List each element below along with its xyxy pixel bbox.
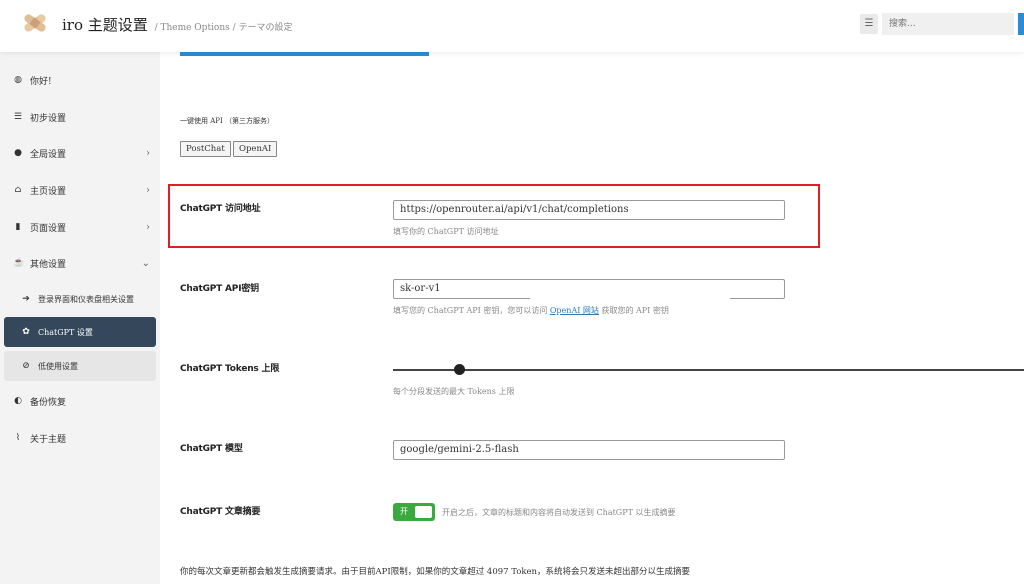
postchat-button[interactable]: PostChat	[180, 141, 231, 157]
model-input[interactable]: google/gemini-2.5-flash	[393, 440, 785, 460]
sidebar-item-label: 其他设置	[30, 259, 67, 270]
sidebar-item-label: ChatGPT 设置	[38, 327, 93, 337]
tokens-help: 每个分段发送的最大 Tokens 上限	[393, 387, 515, 396]
api-key-label: ChatGPT API密钥	[180, 284, 259, 294]
summary-toggle[interactable]: 开	[393, 503, 435, 521]
sidebar: ◍ 你好! ☰ 初步设置 ● 全局设置 › ⌂ 主页设置 › ▮ 页面设置 › …	[0, 52, 160, 584]
url-input[interactable]: https://openrouter.ai/api/v1/chat/comple…	[393, 200, 785, 220]
sidebar-item-label: 登录界面和仪表盘相关设置	[38, 294, 134, 304]
redaction-mask	[530, 298, 730, 301]
help-text: 获取您的 API 密钥	[601, 306, 669, 315]
chevron-right-icon: ›	[146, 221, 150, 233]
sidebar-item-label: 主页设置	[30, 186, 67, 197]
main-content: 一键使用 API （第三方服务） PostChat OpenAI ChatGPT…	[160, 52, 1024, 584]
file-icon: ▮	[15, 222, 21, 232]
sidebar-item-label: 你好!	[30, 76, 52, 87]
sidebar-item-label: 初步设置	[30, 113, 67, 124]
sidebar-item-home-settings[interactable]: ⌂ 主页设置 ›	[0, 172, 160, 208]
sidebar-item-other-settings[interactable]: ☕ 其他设置 ⌄	[0, 245, 160, 281]
openai-website-link[interactable]: OpenAI 网站	[550, 306, 599, 315]
sidebar-item-label: 备份恢复	[30, 397, 67, 408]
globe-icon: ◍	[14, 75, 22, 85]
sidebar-subitem-low-usage[interactable]: ⊘ 低使用设置	[4, 351, 156, 381]
sliders-icon: ☰	[13, 112, 23, 122]
progress-accent-bar	[180, 52, 429, 56]
sidebar-item-page-settings[interactable]: ▮ 页面设置 ›	[0, 209, 160, 245]
summary-help: 开启之后，文章的标题和内容将自动发送到 ChatGPT 以生成摘要	[442, 508, 676, 517]
shield-icon: ◐	[14, 396, 22, 406]
globe-icon: ●	[14, 148, 22, 158]
model-label: ChatGPT 模型	[180, 444, 243, 454]
redaction-mask	[480, 276, 660, 279]
title-subtitle: / Theme Options / テーマの設定	[154, 23, 293, 33]
openai-icon: ✿	[22, 327, 30, 337]
title-text: iro 主题设置	[62, 16, 148, 34]
sidebar-item-label: 关于主题	[30, 434, 67, 445]
api-key-input[interactable]: sk-or-v1	[393, 279, 785, 299]
tokens-label: ChatGPT Tokens 上限	[180, 364, 280, 374]
search-input[interactable]	[882, 13, 1014, 35]
toggle-knob	[415, 506, 432, 518]
chevron-right-icon: ›	[146, 147, 150, 159]
page-title: iro 主题设置 / Theme Options / テーマの設定	[62, 14, 293, 35]
sidebar-item-global-settings[interactable]: ● 全局设置 ›	[0, 135, 160, 171]
sidebar-item-about-theme[interactable]: ⌇ 关于主题	[0, 420, 160, 456]
sign-in-icon: ➔	[22, 294, 30, 304]
bandage-logo-icon	[24, 14, 46, 32]
sidebar-item-label: 全局设置	[30, 149, 67, 160]
summary-label: ChatGPT 文章摘要	[180, 507, 261, 517]
home-icon: ⌂	[14, 185, 22, 195]
coffee-icon: ☕	[13, 258, 25, 268]
openai-button[interactable]: OpenAI	[233, 141, 278, 157]
chevron-down-icon: ⌄	[141, 257, 150, 269]
section-title: 一键使用 API （第三方服务）	[180, 117, 274, 125]
tokens-slider-handle[interactable]	[454, 364, 465, 375]
sidebar-subitem-chatgpt[interactable]: ✿ ChatGPT 设置	[4, 317, 156, 347]
chevron-right-icon: ›	[146, 184, 150, 196]
search-button[interactable]	[1018, 13, 1024, 35]
tokens-slider-track[interactable]	[393, 369, 1024, 371]
url-label: ChatGPT 访问地址	[180, 204, 261, 214]
sidebar-subitem-login-dashboard[interactable]: ➔ 登录界面和仪表盘相关设置	[4, 284, 156, 314]
url-help: 填写你的 ChatGPT 访问地址	[393, 227, 499, 236]
api-key-help: 填写您的 ChatGPT API 密钥，您可以访问 OpenAI 网站 获取您的…	[393, 305, 669, 316]
summary-footer-note: 你的每次文章更新都会触发生成摘要请求。由于目前API限制，如果你的文章超过 40…	[180, 567, 691, 577]
toggle-label: 开	[400, 507, 408, 516]
sidebar-item-label: 低使用设置	[38, 361, 78, 371]
sidebar-item-label: 页面设置	[30, 223, 67, 234]
sidebar-item-initial-settings[interactable]: ☰ 初步设置	[0, 99, 160, 135]
paperclip-icon: ⌇	[15, 433, 21, 443]
eye-slash-icon: ⊘	[22, 361, 30, 371]
sidebar-item-hello[interactable]: ◍ 你好!	[0, 62, 160, 98]
list-toggle-icon[interactable]: ☰	[860, 14, 878, 34]
sidebar-item-backup-restore[interactable]: ◐ 备份恢复	[0, 383, 160, 419]
help-text: 填写您的 ChatGPT API 密钥，您可以访问	[393, 306, 548, 315]
header-bar: iro 主题设置 / Theme Options / テーマの設定 ☰	[0, 0, 1024, 52]
